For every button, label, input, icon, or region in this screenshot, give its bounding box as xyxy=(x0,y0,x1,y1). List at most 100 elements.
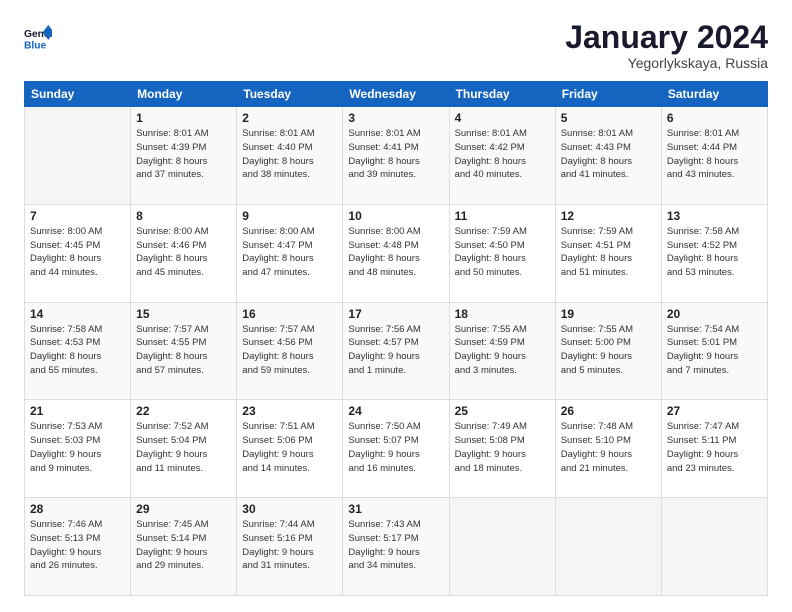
day-number: 31 xyxy=(348,502,443,516)
header-sunday: Sunday xyxy=(25,82,131,107)
day-info: Sunrise: 8:01 AM Sunset: 4:41 PM Dayligh… xyxy=(348,127,443,182)
logo-icon: General Blue xyxy=(24,24,52,52)
table-row: 21 Sunrise: 7:53 AM Sunset: 5:03 PM Dayli… xyxy=(25,400,131,498)
table-row: 11Sunrise: 7:59 AM Sunset: 4:50 PM Dayli… xyxy=(449,204,555,302)
table-row: 9 Sunrise: 8:00 AM Sunset: 4:47 PM Daylig… xyxy=(237,204,343,302)
logo: General Blue xyxy=(24,24,52,52)
day-number: 23 xyxy=(242,404,337,418)
day-info: Sunrise: 8:00 AM Sunset: 4:48 PM Dayligh… xyxy=(348,225,443,280)
day-number: 26 xyxy=(561,404,656,418)
day-number: 4 xyxy=(455,111,550,125)
table-row: 27 Sunrise: 7:47 AM Sunset: 5:11 PM Dayli… xyxy=(661,400,767,498)
day-number: 7 xyxy=(30,209,125,223)
week-row-2: 7 Sunrise: 8:00 AM Sunset: 4:45 PM Daylig… xyxy=(25,204,768,302)
table-row: 1Sunrise: 8:01 AM Sunset: 4:39 PM Daylig… xyxy=(131,107,237,205)
table-row: 22 Sunrise: 7:52 AM Sunset: 5:04 PM Dayli… xyxy=(131,400,237,498)
day-info: Sunrise: 7:44 AM Sunset: 5:16 PM Dayligh… xyxy=(242,518,337,573)
day-info: Sunrise: 7:59 AM Sunset: 4:51 PM Dayligh… xyxy=(561,225,656,280)
table-row: 26 Sunrise: 7:48 AM Sunset: 5:10 PM Dayli… xyxy=(555,400,661,498)
day-info: Sunrise: 7:55 AM Sunset: 4:59 PM Dayligh… xyxy=(455,323,550,378)
day-number: 11 xyxy=(455,209,550,223)
day-number: 12 xyxy=(561,209,656,223)
day-number: 20 xyxy=(667,307,762,321)
day-number: 24 xyxy=(348,404,443,418)
table-row: 18 Sunrise: 7:55 AM Sunset: 4:59 PM Dayli… xyxy=(449,302,555,400)
day-info: Sunrise: 7:45 AM Sunset: 5:14 PM Dayligh… xyxy=(136,518,231,573)
page: General Blue January 2024 Yegorlykskaya,… xyxy=(0,0,792,612)
table-row: 16 Sunrise: 7:57 AM Sunset: 4:56 PM Dayli… xyxy=(237,302,343,400)
table-row: 23 Sunrise: 7:51 AM Sunset: 5:06 PM Dayli… xyxy=(237,400,343,498)
table-row: 19Sunrise: 7:55 AM Sunset: 5:00 PM Dayli… xyxy=(555,302,661,400)
day-number: 5 xyxy=(561,111,656,125)
day-number: 21 xyxy=(30,404,125,418)
week-row-5: 28 Sunrise: 7:46 AM Sunset: 5:13 PM Dayli… xyxy=(25,498,768,596)
day-number: 22 xyxy=(136,404,231,418)
day-number: 28 xyxy=(30,502,125,516)
table-row: 6Sunrise: 8:01 AM Sunset: 4:44 PM Daylig… xyxy=(661,107,767,205)
day-info: Sunrise: 7:43 AM Sunset: 5:17 PM Dayligh… xyxy=(348,518,443,573)
month-year: January 2024 xyxy=(565,20,768,55)
table-row: 4 Sunrise: 8:01 AM Sunset: 4:42 PM Daylig… xyxy=(449,107,555,205)
day-info: Sunrise: 8:00 AM Sunset: 4:46 PM Dayligh… xyxy=(136,225,231,280)
day-info: Sunrise: 8:00 AM Sunset: 4:45 PM Dayligh… xyxy=(30,225,125,280)
day-info: Sunrise: 8:01 AM Sunset: 4:42 PM Dayligh… xyxy=(455,127,550,182)
day-number: 9 xyxy=(242,209,337,223)
week-row-3: 14Sunrise: 7:58 AM Sunset: 4:53 PM Dayli… xyxy=(25,302,768,400)
header-tuesday: Tuesday xyxy=(237,82,343,107)
table-row: 8 Sunrise: 8:00 AM Sunset: 4:46 PM Daylig… xyxy=(131,204,237,302)
table-row xyxy=(661,498,767,596)
day-info: Sunrise: 8:00 AM Sunset: 4:47 PM Dayligh… xyxy=(242,225,337,280)
day-info: Sunrise: 7:54 AM Sunset: 5:01 PM Dayligh… xyxy=(667,323,762,378)
weekday-header-row: Sunday Monday Tuesday Wednesday Thursday… xyxy=(25,82,768,107)
day-info: Sunrise: 7:48 AM Sunset: 5:10 PM Dayligh… xyxy=(561,420,656,475)
day-info: Sunrise: 7:47 AM Sunset: 5:11 PM Dayligh… xyxy=(667,420,762,475)
title-block: January 2024 Yegorlykskaya, Russia xyxy=(565,20,768,71)
day-number: 2 xyxy=(242,111,337,125)
day-info: Sunrise: 7:58 AM Sunset: 4:52 PM Dayligh… xyxy=(667,225,762,280)
table-row: 15 Sunrise: 7:57 AM Sunset: 4:55 PM Dayli… xyxy=(131,302,237,400)
table-row xyxy=(555,498,661,596)
day-number: 10 xyxy=(348,209,443,223)
header-monday: Monday xyxy=(131,82,237,107)
header-wednesday: Wednesday xyxy=(343,82,449,107)
day-info: Sunrise: 7:55 AM Sunset: 5:00 PM Dayligh… xyxy=(561,323,656,378)
header-thursday: Thursday xyxy=(449,82,555,107)
day-number: 18 xyxy=(455,307,550,321)
day-info: Sunrise: 7:51 AM Sunset: 5:06 PM Dayligh… xyxy=(242,420,337,475)
day-info: Sunrise: 7:57 AM Sunset: 4:56 PM Dayligh… xyxy=(242,323,337,378)
table-row: 31 Sunrise: 7:43 AM Sunset: 5:17 PM Dayli… xyxy=(343,498,449,596)
day-number: 8 xyxy=(136,209,231,223)
svg-text:Blue: Blue xyxy=(24,40,47,51)
table-row: 12 Sunrise: 7:59 AM Sunset: 4:51 PM Dayli… xyxy=(555,204,661,302)
location: Yegorlykskaya, Russia xyxy=(565,55,768,71)
week-row-1: 1Sunrise: 8:01 AM Sunset: 4:39 PM Daylig… xyxy=(25,107,768,205)
day-number: 27 xyxy=(667,404,762,418)
week-row-4: 21 Sunrise: 7:53 AM Sunset: 5:03 PM Dayli… xyxy=(25,400,768,498)
day-number: 25 xyxy=(455,404,550,418)
day-number: 30 xyxy=(242,502,337,516)
day-info: Sunrise: 7:50 AM Sunset: 5:07 PM Dayligh… xyxy=(348,420,443,475)
day-number: 17 xyxy=(348,307,443,321)
calendar-table: Sunday Monday Tuesday Wednesday Thursday… xyxy=(24,81,768,596)
header: General Blue January 2024 Yegorlykskaya,… xyxy=(24,20,768,71)
day-number: 16 xyxy=(242,307,337,321)
table-row: 28 Sunrise: 7:46 AM Sunset: 5:13 PM Dayli… xyxy=(25,498,131,596)
day-info: Sunrise: 7:57 AM Sunset: 4:55 PM Dayligh… xyxy=(136,323,231,378)
day-info: Sunrise: 7:56 AM Sunset: 4:57 PM Dayligh… xyxy=(348,323,443,378)
day-number: 13 xyxy=(667,209,762,223)
table-row xyxy=(25,107,131,205)
day-info: Sunrise: 7:52 AM Sunset: 5:04 PM Dayligh… xyxy=(136,420,231,475)
table-row: 5 Sunrise: 8:01 AM Sunset: 4:43 PM Daylig… xyxy=(555,107,661,205)
table-row: 17 Sunrise: 7:56 AM Sunset: 4:57 PM Dayli… xyxy=(343,302,449,400)
day-number: 15 xyxy=(136,307,231,321)
day-number: 3 xyxy=(348,111,443,125)
day-info: Sunrise: 7:53 AM Sunset: 5:03 PM Dayligh… xyxy=(30,420,125,475)
day-info: Sunrise: 7:46 AM Sunset: 5:13 PM Dayligh… xyxy=(30,518,125,573)
table-row: 24 Sunrise: 7:50 AM Sunset: 5:07 PM Dayli… xyxy=(343,400,449,498)
header-saturday: Saturday xyxy=(661,82,767,107)
table-row: 7 Sunrise: 8:00 AM Sunset: 4:45 PM Daylig… xyxy=(25,204,131,302)
day-info: Sunrise: 8:01 AM Sunset: 4:43 PM Dayligh… xyxy=(561,127,656,182)
header-friday: Friday xyxy=(555,82,661,107)
day-number: 6 xyxy=(667,111,762,125)
table-row: 20 Sunrise: 7:54 AM Sunset: 5:01 PM Dayli… xyxy=(661,302,767,400)
